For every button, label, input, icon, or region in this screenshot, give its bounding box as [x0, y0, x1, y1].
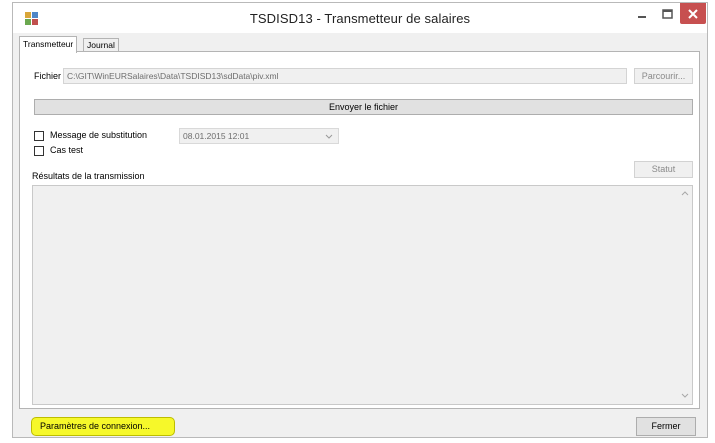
close-icon [688, 8, 698, 19]
scroll-down-arrow-icon[interactable] [681, 392, 689, 401]
tab-transmetteur[interactable]: Transmetteur [19, 36, 78, 53]
browse-button[interactable]: Parcourir... [634, 68, 693, 84]
results-label: Résultats de la transmission [32, 171, 145, 181]
substitution-label: Message de substitution [50, 130, 148, 140]
close-button[interactable]: Fermer [636, 417, 696, 436]
substitution-checkbox[interactable] [34, 131, 44, 141]
date-select[interactable]: 08.01.2015 12:01 [179, 128, 339, 144]
maximize-button[interactable] [656, 3, 678, 24]
maximize-icon [661, 8, 673, 19]
date-value: 08.01.2015 12:01 [183, 131, 250, 141]
test-case-label: Cas test [50, 145, 84, 155]
tab-panel-transmetteur: Fichier C:\GIT\WinEURSalaires\Data\TSDIS… [19, 51, 700, 409]
close-window-button[interactable] [680, 3, 706, 24]
window-title: TSDISD13 - Transmetteur de salaires [249, 11, 471, 26]
tab-journal[interactable]: Journal [83, 38, 119, 52]
connection-settings-button[interactable]: Paramètres de connexion... [31, 417, 175, 436]
status-button[interactable]: Statut [634, 161, 693, 178]
main-window: TSDISD13 - Transmetteur de salaires Tran… [12, 2, 708, 438]
file-label: Fichier [34, 71, 62, 81]
send-file-button[interactable]: Envoyer le fichier [34, 99, 693, 115]
scroll-up-arrow-icon[interactable] [681, 189, 689, 198]
minimize-button[interactable] [631, 3, 653, 24]
test-case-checkbox[interactable] [34, 146, 44, 156]
title-bar[interactable]: TSDISD13 - Transmetteur de salaires [13, 3, 707, 33]
results-textbox[interactable] [32, 185, 693, 405]
connection-settings-label: Paramètres de connexion... [40, 421, 151, 431]
chevron-down-icon[interactable] [325, 132, 333, 142]
minimize-icon [638, 15, 646, 18]
file-path-field[interactable]: C:\GIT\WinEURSalaires\Data\TSDISD13\sdDa… [63, 68, 627, 84]
